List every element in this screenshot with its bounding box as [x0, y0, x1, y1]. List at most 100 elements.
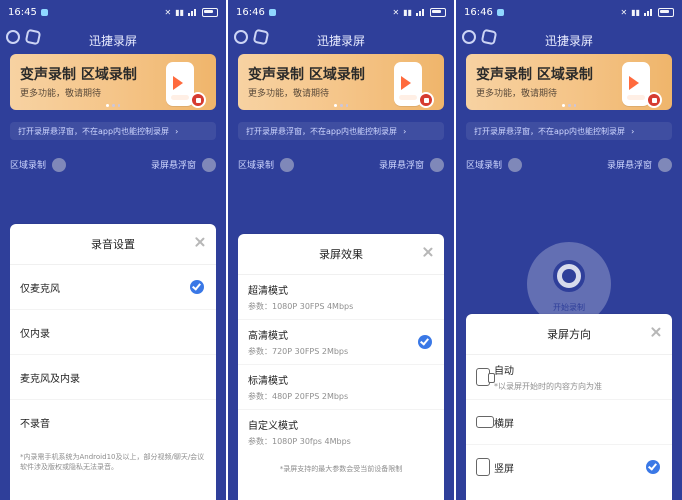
phone-screen-2: 16:46 ✕ ▮▮ 迅捷录屏 变声录制 区域录制 更多功能，敬请期待 打开录屏…	[228, 0, 456, 500]
audio-settings-sheet: 录音设置 仅麦克风 仅内录 麦克风及内录 不录音 *内录需手机系统为Androi…	[10, 224, 216, 500]
toggle-knob-icon[interactable]	[280, 158, 295, 173]
phone-screen-3: 16:46 ✕ ▮▮ 迅捷录屏 变声录制 区域录制 更多功能，敬请期待 打开录屏…	[456, 0, 682, 500]
floating-window-toggle[interactable]: 录屏悬浮窗	[151, 158, 216, 173]
orientation-option-auto[interactable]: 自动 *以录屏开始时的内容方向为准	[466, 355, 672, 400]
sheet-title: 录屏方向	[547, 328, 591, 341]
eye-icon[interactable]	[6, 30, 20, 44]
sim-icon: ▮▮	[403, 7, 412, 17]
mute-icon: ✕	[620, 7, 628, 17]
promo-banner[interactable]: 变声录制 区域录制 更多功能，敬请期待	[466, 54, 672, 110]
battery-icon	[658, 7, 674, 17]
check-icon	[190, 280, 204, 294]
record-badge-icon	[418, 92, 434, 108]
option-label: 仅内录	[20, 328, 50, 340]
area-record-label: 区域录制	[466, 160, 503, 171]
area-record-toggle[interactable]: 区域录制	[466, 158, 523, 173]
option-params: 参数：1080P 30FPS 4Mbps	[248, 302, 354, 311]
quality-option-high[interactable]: 高清模式 参数：720P 30FPS 2Mbps	[238, 320, 444, 365]
promo-banner[interactable]: 变声录制 区域录制 更多功能，敬请期待	[238, 54, 444, 110]
area-record-label: 区域录制	[10, 160, 47, 171]
option-label: 自动	[494, 366, 514, 377]
sim-icon: ▮▮	[175, 7, 184, 17]
audio-option-mic-and-internal[interactable]: 麦克风及内录	[10, 355, 216, 400]
close-icon[interactable]	[422, 246, 434, 258]
sheet-header: 录音设置	[10, 224, 216, 265]
option-label: 自定义模式	[248, 421, 298, 432]
battery-icon	[430, 7, 446, 17]
app-indicator-icon	[40, 8, 48, 16]
status-bar: 16:45 ✕ ▮▮	[0, 0, 226, 24]
area-record-toggle[interactable]: 区域录制	[238, 158, 295, 173]
floating-window-label: 录屏悬浮窗	[378, 160, 424, 171]
toggle-knob-icon[interactable]	[202, 158, 216, 173]
quality-option-custom[interactable]: 自定义模式 参数：1080P 30fps 4Mbps	[238, 410, 444, 454]
check-icon	[418, 335, 432, 349]
option-label: 标清模式	[248, 376, 288, 387]
floating-window-toggle[interactable]: 录屏悬浮窗	[379, 158, 444, 173]
battery-icon	[202, 7, 218, 17]
gear-icon[interactable]	[480, 28, 498, 46]
floating-window-hint[interactable]: 打开录屏悬浮窗，不在app内也能控制录屏 ›	[10, 122, 216, 140]
option-label: 麦克风及内录	[20, 373, 80, 385]
area-record-label: 区域录制	[238, 160, 275, 171]
option-label: 超清模式	[248, 286, 288, 297]
status-icons: ✕ ▮▮	[620, 7, 674, 17]
banner-subtitle: 更多功能，敬请期待	[248, 89, 330, 99]
gear-icon[interactable]	[252, 28, 270, 46]
status-icons: ✕ ▮▮	[392, 7, 446, 17]
audio-option-no-audio[interactable]: 不录音	[10, 400, 216, 444]
audio-option-internal-only[interactable]: 仅内录	[10, 310, 216, 355]
screenshot-collage: 16:45 ✕ ▮▮ 迅捷录屏 变声录制 区域录制 更多功能，敬请期待 打开录屏…	[0, 0, 682, 500]
option-label: 仅麦克风	[20, 283, 60, 295]
hint-text: 打开录屏悬浮窗，不在app内也能控制录屏	[474, 126, 626, 136]
option-label: 不录音	[20, 418, 50, 430]
banner-title: 变声录制 区域录制	[20, 67, 137, 83]
check-icon	[646, 460, 660, 474]
sheet-title: 录音设置	[91, 238, 135, 251]
floating-window-toggle[interactable]: 录屏悬浮窗	[607, 158, 672, 173]
gear-icon[interactable]	[24, 28, 42, 46]
orientation-sheet: 录屏方向 自动 *以录屏开始时的内容方向为准 横屏 竖屏	[466, 314, 672, 500]
portrait-icon	[476, 458, 490, 476]
toggle-knob-icon[interactable]	[52, 158, 67, 173]
eye-icon[interactable]	[462, 30, 476, 44]
close-icon[interactable]	[650, 326, 662, 338]
video-quality-sheet: 录屏效果 超清模式 参数：1080P 30FPS 4Mbps 高清模式 参数：7…	[238, 234, 444, 500]
auto-orientation-icon	[476, 368, 495, 386]
app-topbar: 迅捷录屏	[228, 28, 454, 52]
quality-option-standard[interactable]: 标清模式 参数：480P 20FPS 2Mbps	[238, 365, 444, 410]
floating-window-label: 录屏悬浮窗	[606, 160, 652, 171]
floating-window-label: 录屏悬浮窗	[150, 160, 196, 171]
toggle-knob-icon[interactable]	[508, 158, 523, 173]
app-indicator-icon	[268, 8, 276, 16]
promo-banner[interactable]: 变声录制 区域录制 更多功能，敬请期待	[10, 54, 216, 110]
chevron-right-icon: ›	[403, 126, 407, 136]
orientation-option-portrait[interactable]: 竖屏	[466, 445, 672, 489]
status-bar: 16:46 ✕ ▮▮	[228, 0, 454, 24]
audio-option-mic-only[interactable]: 仅麦克风	[10, 265, 216, 310]
toggle-knob-icon[interactable]	[430, 158, 444, 173]
sheet-footnote: *内录需手机系统为Android10及以上，部分视频/聊天/会议软件涉及版权或隐…	[20, 453, 205, 471]
phone-screen-1: 16:45 ✕ ▮▮ 迅捷录屏 变声录制 区域录制 更多功能，敬请期待 打开录屏…	[0, 0, 228, 500]
quality-option-ultra[interactable]: 超清模式 参数：1080P 30FPS 4Mbps	[238, 275, 444, 320]
record-badge-icon	[646, 92, 662, 108]
option-params: 参数：1080P 30fps 4Mbps	[248, 437, 351, 446]
option-label: 高清模式	[248, 331, 288, 342]
floating-window-hint[interactable]: 打开录屏悬浮窗，不在app内也能控制录屏 ›	[238, 122, 444, 140]
toggle-row: 区域录制 录屏悬浮窗	[10, 158, 216, 173]
landscape-icon	[476, 416, 494, 428]
topbar-icons	[234, 28, 270, 46]
area-record-toggle[interactable]: 区域录制	[10, 158, 67, 173]
signal-icon	[416, 8, 426, 16]
close-icon[interactable]	[194, 236, 206, 248]
app-topbar: 迅捷录屏	[456, 28, 682, 52]
sim-icon: ▮▮	[631, 7, 640, 17]
app-title: 迅捷录屏	[88, 33, 137, 48]
floating-window-hint[interactable]: 打开录屏悬浮窗，不在app内也能控制录屏 ›	[466, 122, 672, 140]
sheet-header: 录屏效果	[238, 234, 444, 275]
orientation-option-landscape[interactable]: 横屏	[466, 400, 672, 445]
eye-icon[interactable]	[234, 30, 248, 44]
status-time: 16:45	[8, 6, 37, 18]
mute-icon: ✕	[392, 7, 400, 17]
toggle-knob-icon[interactable]	[658, 158, 672, 173]
